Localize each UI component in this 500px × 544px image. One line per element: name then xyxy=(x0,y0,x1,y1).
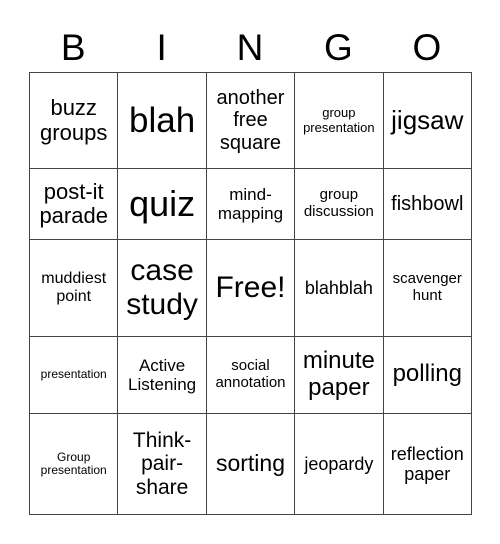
header-letter-g: G xyxy=(324,27,353,68)
bingo-cell[interactable]: quiz xyxy=(117,168,207,241)
bingo-cell[interactable]: sorting xyxy=(205,412,296,516)
grid-row: Group presentation Think-pair-share sortin… xyxy=(28,412,473,516)
bingo-cell[interactable]: Free! xyxy=(205,239,296,337)
bingo-header: B I N G O xyxy=(29,26,471,70)
bingo-cell[interactable]: presentation xyxy=(28,335,119,414)
header-letter-n: N xyxy=(236,27,264,68)
bingo-cell[interactable]: post-it parade xyxy=(28,168,119,241)
bingo-cell[interactable]: blah xyxy=(117,71,207,170)
header-letter-i: I xyxy=(156,27,167,68)
grid-row: muddiest point case study Free! blahblah sca… xyxy=(28,239,473,337)
header-letter-b: B xyxy=(60,27,86,68)
bingo-cell[interactable]: polling xyxy=(382,335,473,414)
bingo-cell[interactable]: social annotation xyxy=(205,335,296,414)
bingo-cell[interactable]: Active Listening xyxy=(117,335,207,414)
header-letter-o: O xyxy=(412,27,442,68)
grid-row: post-it parade quiz mind-mapping group disc… xyxy=(28,168,473,241)
bingo-cell[interactable]: minute paper xyxy=(294,335,384,414)
bingo-cell[interactable]: muddiest point xyxy=(28,239,119,337)
grid-row: presentation Active Listening social annot… xyxy=(28,335,473,414)
bingo-cell[interactable]: case study xyxy=(117,239,207,337)
bingo-cell[interactable]: reflection paper xyxy=(382,412,473,516)
bingo-cell[interactable]: mind-mapping xyxy=(205,168,296,241)
bingo-cell[interactable]: group discussion xyxy=(294,168,384,241)
bingo-grid: buzz groups blah another free square group … xyxy=(28,71,473,516)
bingo-cell[interactable]: Group presentation xyxy=(28,412,119,516)
bingo-cell[interactable]: jeopardy xyxy=(294,412,384,516)
bingo-cell[interactable]: jigsaw xyxy=(382,71,473,170)
bingo-cell[interactable]: another free square xyxy=(205,71,296,170)
grid-row: buzz groups blah another free square group … xyxy=(28,71,473,170)
bingo-cell[interactable]: scavenger hunt xyxy=(382,239,473,337)
bingo-cell[interactable]: blahblah xyxy=(294,239,384,337)
bingo-cell[interactable]: fishbowl xyxy=(382,168,473,241)
bingo-cell[interactable]: Think-pair-share xyxy=(117,412,207,516)
bingo-cell[interactable]: group presentation xyxy=(294,71,384,170)
bingo-cell[interactable]: buzz groups xyxy=(28,71,119,170)
